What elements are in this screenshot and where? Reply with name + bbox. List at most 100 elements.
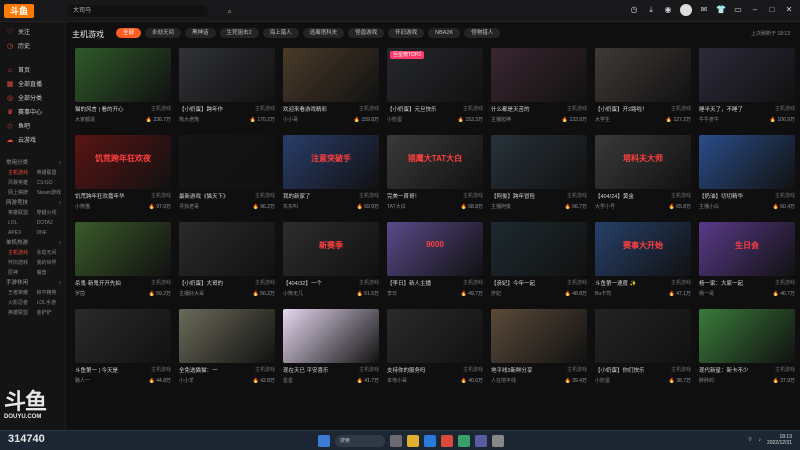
- stream-card[interactable]: 现在天已 平安喜乐 主机游戏 星星 🔥 41.7万: [283, 309, 379, 390]
- stream-title[interactable]: 支持你的服务吗: [387, 366, 426, 374]
- stream-category[interactable]: 主机游戏: [255, 105, 275, 113]
- stream-title[interactable]: 完美一首哥！: [387, 192, 420, 200]
- task-view-icon[interactable]: [390, 435, 402, 447]
- stream-title[interactable]: 【小奶蛋】你们快乐: [595, 366, 645, 374]
- stream-thumbnail[interactable]: [75, 222, 171, 276]
- sidebar-item-home[interactable]: ⌂ 首页: [0, 64, 65, 78]
- streamer-name[interactable]: 小熊无几: [283, 290, 303, 297]
- clock[interactable]: 18:13 2022/12/31: [767, 434, 792, 446]
- sidebar-link[interactable]: 穿越火线: [37, 209, 66, 218]
- stream-thumbnail[interactable]: [387, 309, 483, 363]
- stream-card[interactable]: 【奶油】切切精华 主机游戏 主播小白 🔥 60.4万: [699, 135, 795, 216]
- douyu-logo[interactable]: 斗鱼: [4, 4, 34, 18]
- stream-thumbnail[interactable]: [491, 222, 587, 276]
- stream-card[interactable]: 【小奶蛋】大哥的 主机游戏 主播好大哥 🔥 56.2万: [179, 222, 275, 303]
- tab-monster-game[interactable]: 怪兽游戏: [348, 28, 385, 38]
- stream-category[interactable]: 主机游戏: [671, 105, 691, 113]
- streamer-name[interactable]: 路人一: [75, 377, 90, 384]
- streamer-name[interactable]: 李日: [387, 290, 397, 297]
- stream-category[interactable]: 主机游戏: [775, 366, 795, 374]
- sidebar-item-events[interactable]: ♛ 赛事中心: [0, 106, 65, 120]
- streamer-name[interactable]: 小奶蛋: [595, 377, 610, 384]
- stream-thumbnail[interactable]: [179, 48, 275, 102]
- stream-category[interactable]: 主机游戏: [775, 192, 795, 200]
- stream-card[interactable]: 【小奶蛋】跨年作 主机游戏 熊大老熊 🔥 170.2万: [179, 48, 275, 129]
- skin-icon[interactable]: 👕: [716, 5, 726, 15]
- file-explorer-icon[interactable]: [407, 435, 419, 447]
- streamer-name[interactable]: 主播小白: [699, 203, 719, 210]
- stream-thumbnail[interactable]: 饥荒跨年狂欢夜: [75, 135, 171, 189]
- sidebar-link[interactable]: 风暴英雄: [8, 179, 37, 188]
- volume-icon[interactable]: ♪: [758, 437, 761, 443]
- download-icon[interactable]: ⤓: [646, 5, 656, 15]
- stream-title[interactable]: 【小奶蛋】跨年作: [179, 105, 223, 113]
- stream-title[interactable]: 【李日】新人主播: [387, 279, 431, 287]
- stream-thumbnail[interactable]: [491, 135, 587, 189]
- stream-category[interactable]: 主机游戏: [359, 366, 379, 374]
- stream-card[interactable]: 饥荒跨年狂欢夜 饥荒跨年狂欢嘉年华 主机游戏 小熊猫 🔥 97.9万: [75, 135, 171, 216]
- stream-category[interactable]: 主机游戏: [671, 192, 691, 200]
- streamer-name[interactable]: 牛牛老牛: [699, 116, 719, 123]
- stream-category[interactable]: 主机游戏: [567, 192, 587, 200]
- taskbar-search[interactable]: 搜索: [335, 435, 385, 447]
- stream-card[interactable]: 最新游戏《猫天下》 主机游戏 寻找老哥 🔥 96.2万: [179, 135, 275, 216]
- stream-card[interactable]: 支持你的服务吗 主机游戏 本地小哥 🔥 40.6万: [387, 309, 483, 390]
- message-icon[interactable]: ✉: [699, 5, 709, 15]
- streamer-name[interactable]: Bu卡司: [595, 290, 611, 297]
- sidebar-item-all-live[interactable]: ▦ 全部直播: [0, 78, 65, 92]
- stream-card[interactable]: 注意突破手 我的新家了 主机游戏 东东叫 🔥 69.9万: [283, 135, 379, 216]
- stream-card[interactable]: 猫的风言 | 看的开心 主机游戏 大家都说 🔥 236.7万: [75, 48, 171, 129]
- sidebar-item-cloud-game[interactable]: ☁ 云游戏: [0, 134, 65, 148]
- stream-title[interactable]: 最新游戏《猫天下》: [179, 192, 229, 200]
- streamer-name[interactable]: TAT大白: [387, 203, 406, 210]
- minimize-icon[interactable]: –: [750, 5, 760, 15]
- stream-title[interactable]: 【小奶蛋】元旦快乐: [387, 105, 437, 113]
- streamer-name[interactable]: 小小哥: [283, 116, 298, 123]
- streamer-name[interactable]: 彦妃: [491, 290, 501, 297]
- sidebar-link[interactable]: 怀旧游戏: [8, 259, 37, 268]
- sidebar-link[interactable]: DNF: [37, 229, 66, 238]
- app-icon[interactable]: [475, 435, 487, 447]
- stream-title[interactable]: 斗鱼第一 | 今天是: [75, 366, 118, 374]
- stream-category[interactable]: 主机游戏: [151, 192, 171, 200]
- tab-sea-hunter[interactable]: 海上猎人: [262, 28, 299, 38]
- sidebar-link[interactable]: 主机游戏: [8, 169, 37, 178]
- stream-category[interactable]: 主机游戏: [463, 279, 483, 287]
- stream-thumbnail[interactable]: 注意突破手: [283, 135, 379, 189]
- stream-card[interactable]: 睡半天了，不睡了 主机游戏 牛牛老牛 🔥 106.9万: [699, 48, 795, 129]
- stream-card[interactable]: 地平线3新鲜分享 主机游戏 人在地平线 🔥 39.4万: [491, 309, 587, 390]
- streamer-name[interactable]: 主播好大哥: [179, 290, 204, 297]
- stream-thumbnail[interactable]: [179, 309, 275, 363]
- stream-category[interactable]: 主机游戏: [567, 279, 587, 287]
- sidebar-link[interactable]: 英雄联盟: [8, 209, 37, 218]
- stream-card[interactable]: 新赛季 【404/32】一个 主机游戏 小熊无几 🔥 51.5万: [283, 222, 379, 303]
- sidebar-link[interactable]: 英雄联盟: [8, 309, 37, 318]
- sidebar-link[interactable]: 魔兽: [37, 269, 66, 278]
- streamer-name[interactable]: 小奶蛋: [387, 116, 402, 123]
- stream-category[interactable]: 主机游戏: [359, 192, 379, 200]
- stream-title[interactable]: 全免选猫猫：一: [179, 366, 218, 374]
- streamer-name[interactable]: 杨一哥: [699, 290, 714, 297]
- stream-category[interactable]: 主机游戏: [775, 105, 795, 113]
- history-icon[interactable]: ◷: [629, 5, 639, 15]
- douyu-app-icon[interactable]: [441, 435, 453, 447]
- stream-card[interactable]: 现代新星：新卡不少 主机游戏 胖胖的 🔥 37.9万: [699, 309, 795, 390]
- tab-monster-hunter[interactable]: 怪物猎人: [464, 28, 501, 38]
- stream-title[interactable]: 【奶油】切切精华: [699, 192, 743, 200]
- streamer-name[interactable]: 东东叫: [283, 203, 298, 210]
- stream-thumbnail[interactable]: 生日会: [699, 222, 795, 276]
- stream-card[interactable]: 巨星榜TOP3 【小奶蛋】元旦快乐 主机游戏 小奶蛋 🔥 153.3万: [387, 48, 483, 129]
- sidebar-item-yuba[interactable]: ◇ 鱼吧: [0, 120, 65, 134]
- stream-card[interactable]: 【彦妃】今年一起 主机游戏 彦妃 🔥 48.8万: [491, 222, 587, 303]
- stream-thumbnail[interactable]: 塔科夫大师: [595, 135, 691, 189]
- sidebar-link[interactable]: 和平精英: [37, 289, 66, 298]
- streamer-name[interactable]: 寻找老哥: [179, 203, 199, 210]
- stream-card[interactable]: 【阿俊】跨年冒险 主机游戏 主播阿俊 🔥 66.7万: [491, 135, 587, 216]
- stream-title[interactable]: 什么都是天苦的: [491, 105, 530, 113]
- stream-card[interactable]: 斗鱼第一 | 今天是 主机游戏 路人一 🔥 44.8万: [75, 309, 171, 390]
- stream-card[interactable]: 猎鹰大TAT大白 完美一首哥！ 主机游戏 TAT大白 🔥 68.8万: [387, 135, 483, 216]
- sidebar-link[interactable]: 主机游戏: [8, 249, 37, 258]
- stream-title[interactable]: 杨一家：大家一起: [699, 279, 743, 287]
- stream-thumbnail[interactable]: 新赛季: [283, 222, 379, 276]
- stream-title[interactable]: 现代新星：新卡不少: [699, 366, 749, 374]
